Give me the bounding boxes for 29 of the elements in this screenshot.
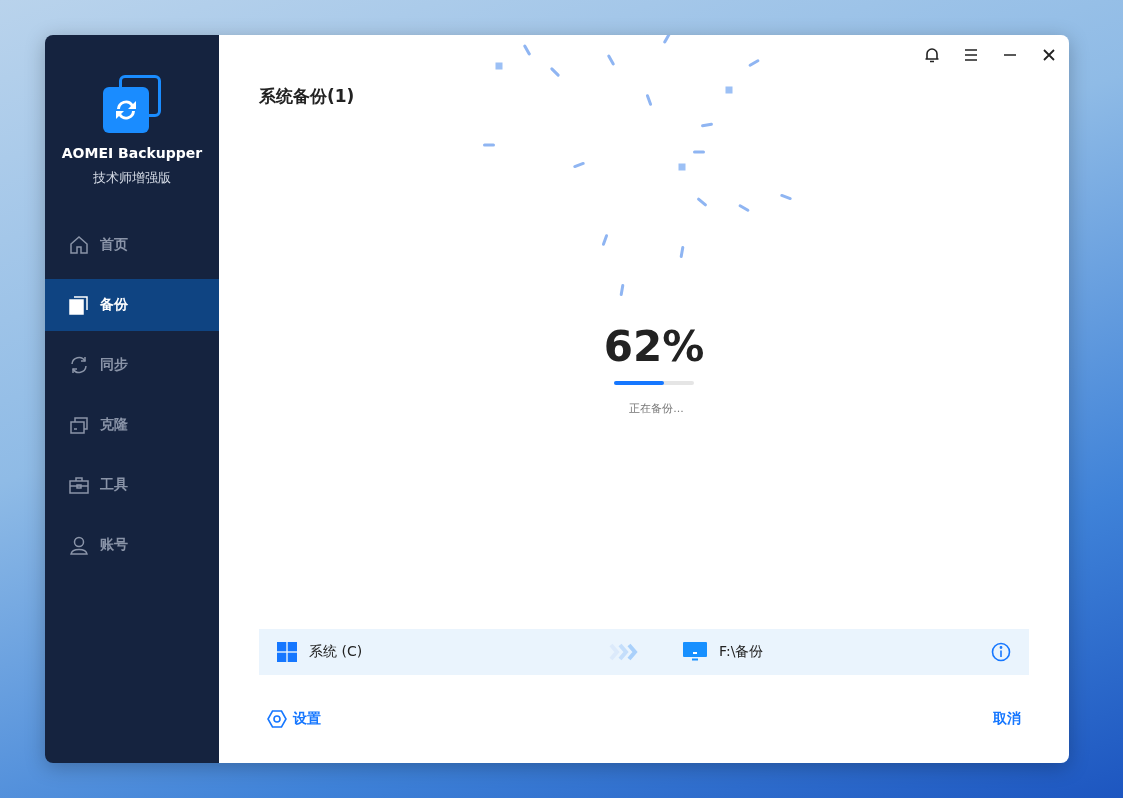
sidebar-item[interactable]: 克隆 — [45, 399, 219, 451]
sidebar-item[interactable]: 备份 — [45, 279, 219, 331]
gear-icon — [267, 709, 287, 729]
info-icon[interactable] — [991, 642, 1011, 662]
cancel-button[interactable]: 取消 — [985, 710, 1029, 728]
toolbox-icon — [68, 474, 90, 496]
menu-icon[interactable] — [963, 47, 979, 63]
close-icon[interactable] — [1041, 47, 1057, 63]
settings-button[interactable]: 设置 — [259, 709, 329, 729]
windows-icon — [277, 642, 297, 662]
user-icon — [68, 534, 90, 556]
sidebar-item[interactable]: 账号 — [45, 519, 219, 571]
sidebar-item[interactable]: 首页 — [45, 219, 219, 271]
sidebar-item[interactable]: 工具 — [45, 459, 219, 511]
copy-icon — [68, 294, 90, 316]
source-label: 系统 (C) — [309, 643, 363, 661]
page-title: 系统备份(1) — [259, 85, 356, 108]
house-icon — [68, 234, 90, 256]
monitor-icon — [683, 642, 707, 662]
app-edition: 技术师增强版 — [93, 169, 171, 187]
app-logo-icon — [103, 75, 161, 133]
destination-label: F:\备份 — [719, 643, 764, 661]
progress-percent: 62% — [603, 321, 705, 371]
sync-icon — [68, 354, 90, 376]
progress-status: 正在备份... — [629, 400, 684, 416]
chevrons-icon — [609, 643, 639, 661]
sidebar-item[interactable]: 同步 — [45, 339, 219, 391]
app-name: AOMEI Backupper — [61, 145, 203, 161]
bell-icon[interactable] — [924, 47, 940, 63]
